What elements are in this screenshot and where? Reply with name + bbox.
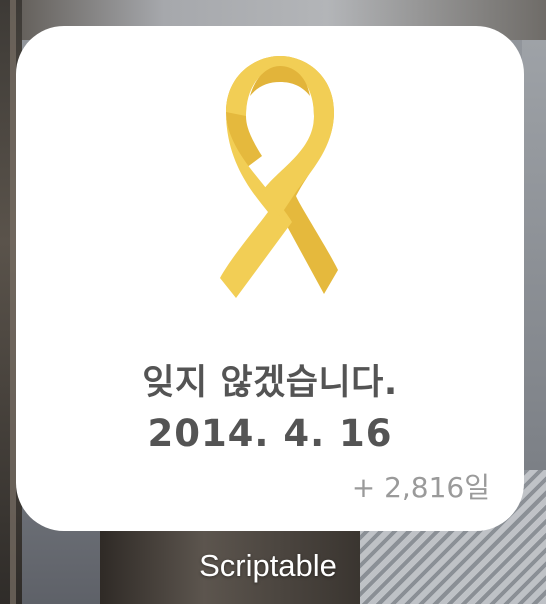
memorial-message: 잊지 않겠습니다. [142, 363, 398, 403]
memorial-date: 2014. 4. 16 [147, 412, 393, 455]
yellow-ribbon-icon [220, 56, 338, 298]
days-since-counter: + 2,816일 [351, 471, 490, 504]
wallpaper-photo-right [522, 40, 546, 470]
scriptable-widget[interactable]: 잊지 않겠습니다. 2014. 4. 16 + 2,816일 [16, 26, 524, 531]
widget-app-label: Scriptable [199, 548, 337, 583]
